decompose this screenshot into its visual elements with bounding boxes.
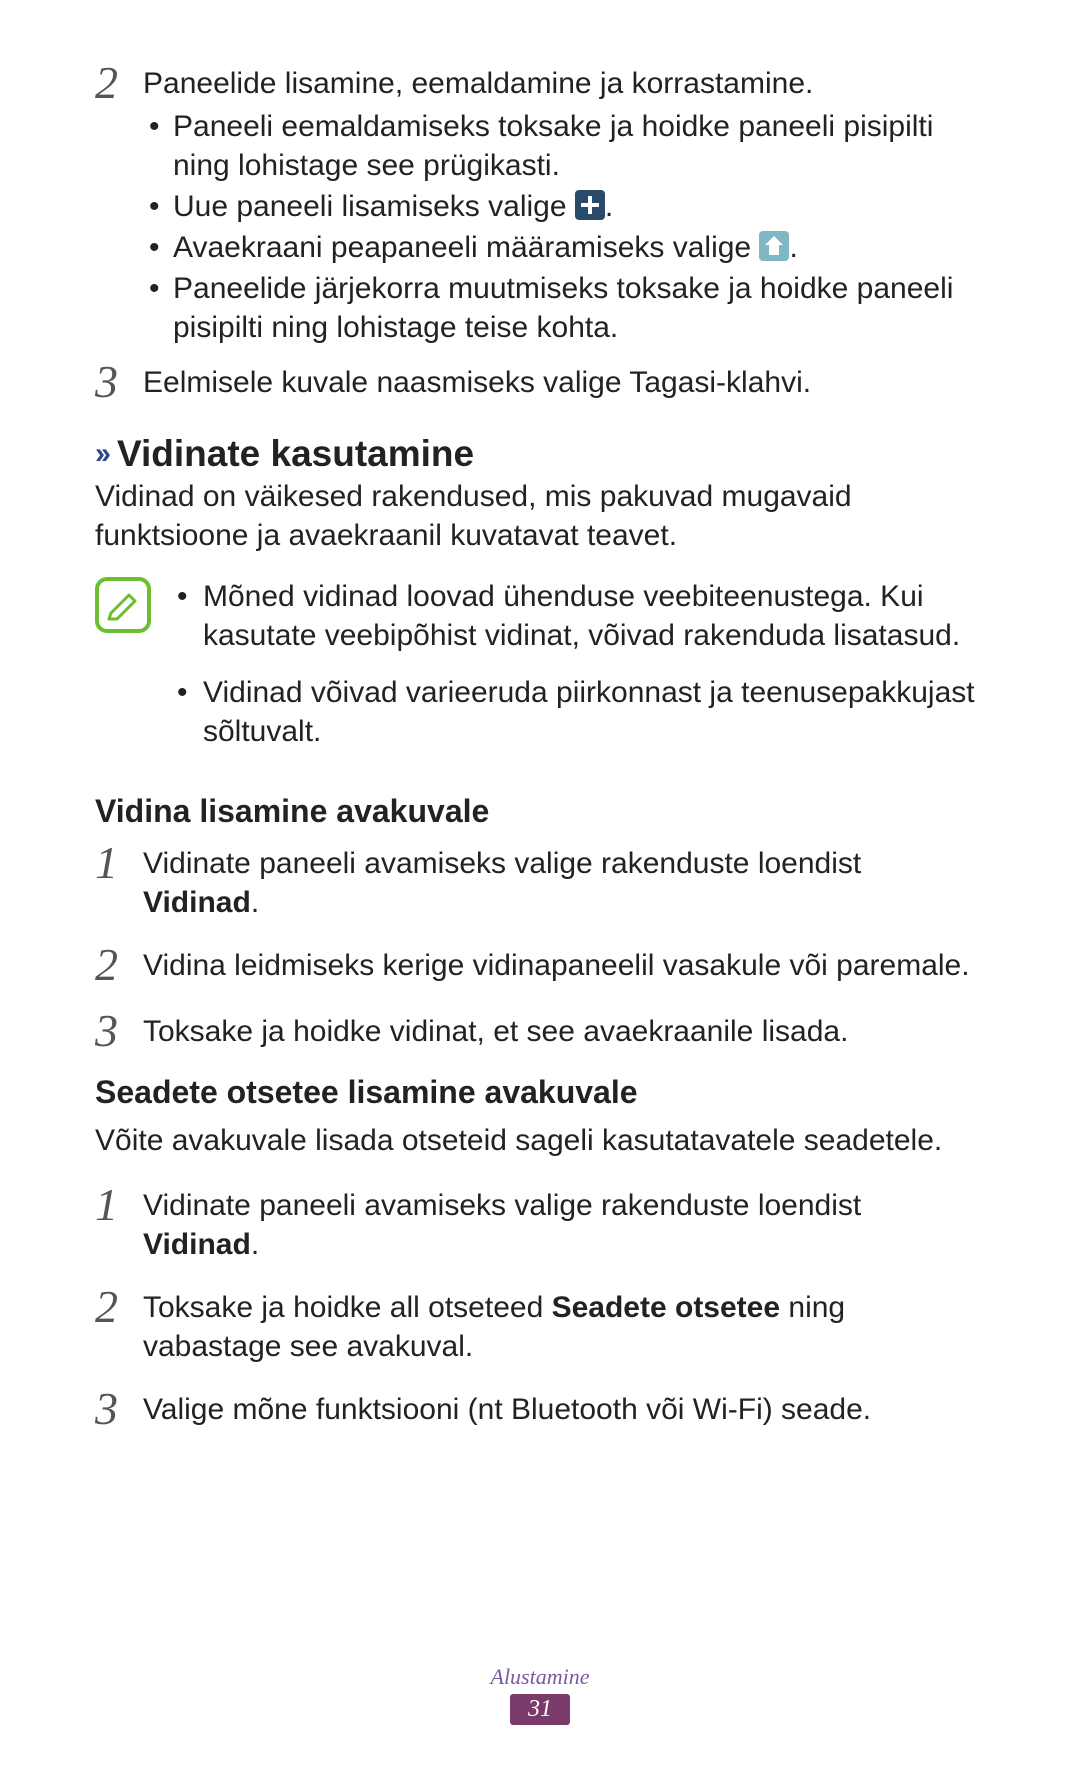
step-number: 1: [95, 1182, 143, 1228]
note-box: Mõned vidinad loovad ühenduse veebiteenu…: [95, 577, 985, 769]
step-body: Paneelide lisamine, eemaldamine ja korra…: [143, 60, 985, 353]
sub1-step-3: 3 Toksake ja hoidke vidinat, et see avae…: [95, 1008, 985, 1054]
step-text: Toksake ja hoidke all otseteed Seadete o…: [143, 1284, 985, 1366]
step-text: Vidinate paneeli avamiseks valige rakend…: [143, 840, 985, 922]
step2-bullet-2: Uue paneeli lisamiseks valige .: [143, 187, 985, 226]
subheading-add-widget: Vidina lisamine avakuvale: [95, 793, 985, 830]
text-pre: Uue paneeli lisamiseks valige: [173, 190, 575, 223]
step-2: 2 Paneelide lisamine, eemaldamine ja kor…: [95, 60, 985, 353]
page-number-badge: 31: [510, 1694, 570, 1725]
text-pre: Avaekraani peapaneeli määramiseks valige: [173, 231, 759, 264]
text-pre: Vidinate paneeli avamiseks valige rakend…: [143, 1189, 861, 1222]
step-number: 3: [95, 359, 143, 405]
step-number: 3: [95, 1008, 143, 1054]
step-3: 3 Eelmisele kuvale naasmiseks valige Tag…: [95, 359, 985, 405]
step-number: 2: [95, 942, 143, 988]
text-post: .: [789, 231, 797, 264]
note-item-1: Mõned vidinad loovad ühenduse veebiteenu…: [173, 577, 985, 655]
subheading-add-shortcut: Seadete otsetee lisamine avakuvale: [95, 1074, 985, 1111]
text-post: .: [251, 886, 259, 919]
sub1-step-2: 2 Vidina leidmiseks kerige vidinapaneeli…: [95, 942, 985, 988]
footer-section-label: Alustamine: [0, 1664, 1080, 1690]
step-number: 2: [95, 60, 143, 106]
sub1-step-1: 1 Vidinate paneeli avamiseks valige rake…: [95, 840, 985, 922]
text-post: .: [605, 190, 613, 223]
step-number: 1: [95, 840, 143, 886]
sub2-intro: Võite avakuvale lisada otseteid sageli k…: [95, 1121, 985, 1160]
text-bold: Vidinad: [143, 886, 251, 919]
step-text: Toksake ja hoidke vidinat, et see avaekr…: [143, 1008, 985, 1051]
section-intro: Vidinad on väikesed rakendused, mis paku…: [95, 477, 985, 555]
step2-bullet-4: Paneelide järjekorra muutmiseks toksake …: [143, 269, 985, 347]
text-pre: Toksake ja hoidke all otseteed: [143, 1291, 552, 1324]
section-heading: ›› Vidinate kasutamine: [95, 433, 985, 475]
note-icon: [95, 577, 151, 633]
step-lead: Paneelide lisamine, eemaldamine ja korra…: [143, 64, 985, 103]
step-sub-list: Paneeli eemaldamiseks toksake ja hoidke …: [143, 107, 985, 347]
plus-icon: [575, 190, 605, 220]
text-bold: Vidinad: [143, 1228, 251, 1261]
step-text: Vidinate paneeli avamiseks valige rakend…: [143, 1182, 985, 1264]
text-pre: Vidinate paneeli avamiseks valige rakend…: [143, 847, 861, 880]
step2-bullet-3: Avaekraani peapaneeli määramiseks valige…: [143, 228, 985, 267]
note-body: Mõned vidinad loovad ühenduse veebiteenu…: [173, 577, 985, 769]
page-footer: Alustamine 31: [0, 1664, 1080, 1725]
text-post: .: [251, 1228, 259, 1261]
sub2-step-3: 3 Valige mõne funktsiooni (nt Bluetooth …: [95, 1386, 985, 1432]
step-text: Valige mõne funktsiooni (nt Bluetooth võ…: [143, 1386, 985, 1429]
chevron-icon: ››: [95, 437, 107, 471]
note-item-2: Vidinad võivad varieeruda piirkonnast ja…: [173, 673, 985, 751]
section-title: Vidinate kasutamine: [117, 433, 474, 475]
step-number: 2: [95, 1284, 143, 1330]
step-text: Eelmisele kuvale naasmiseks valige Tagas…: [143, 359, 985, 402]
step-text: Vidina leidmiseks kerige vidinapaneelil …: [143, 942, 985, 985]
text-bold: Seadete otsetee: [552, 1291, 780, 1324]
home-icon: [759, 231, 789, 261]
sub2-step-1: 1 Vidinate paneeli avamiseks valige rake…: [95, 1182, 985, 1264]
step-number: 3: [95, 1386, 143, 1432]
step2-bullet-1: Paneeli eemaldamiseks toksake ja hoidke …: [143, 107, 985, 185]
sub2-step-2: 2 Toksake ja hoidke all otseteed Seadete…: [95, 1284, 985, 1366]
